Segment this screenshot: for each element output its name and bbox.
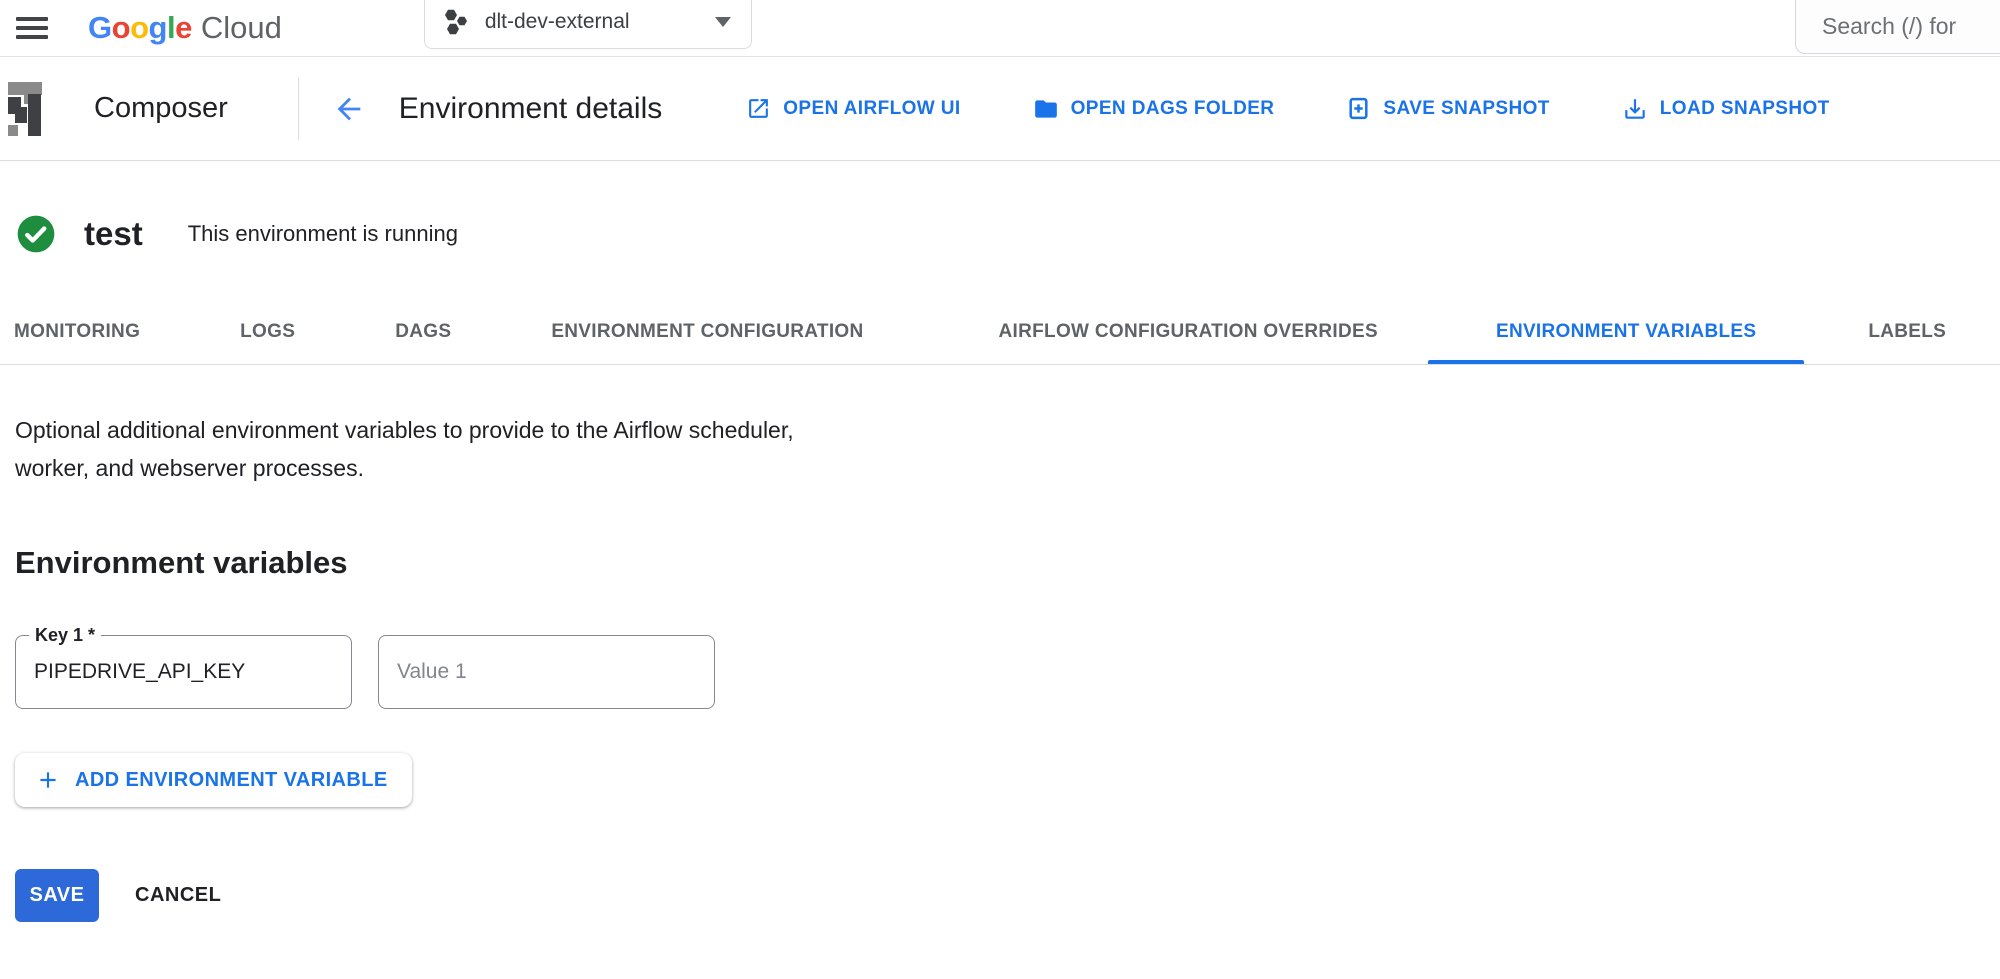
tab-airflow-configuration-overrides[interactable]: AIRFLOW CONFIGURATION OVERRIDES xyxy=(914,299,1428,364)
tab-logs[interactable]: LOGS xyxy=(190,299,345,364)
logo-letter: g xyxy=(149,10,167,46)
tab-content: Optional additional environment variable… xyxy=(0,411,2000,922)
logo-letter: l xyxy=(167,10,175,46)
save-snapshot-label: SAVE SNAPSHOT xyxy=(1383,98,1549,120)
open-dags-folder-label: OPEN DAGS FOLDER xyxy=(1071,98,1275,120)
page-title: Environment details xyxy=(399,92,662,126)
logo-letter: e xyxy=(175,10,192,46)
value-input[interactable] xyxy=(379,636,714,708)
cancel-button[interactable]: CANCEL xyxy=(135,884,221,907)
global-search xyxy=(1795,0,2000,54)
search-input[interactable] xyxy=(1796,13,2000,40)
arrow-back-icon xyxy=(332,92,366,126)
header-divider xyxy=(298,78,299,140)
status-running-icon xyxy=(15,213,57,255)
chevron-down-icon xyxy=(715,17,731,27)
save-button[interactable]: SAVE xyxy=(15,869,99,922)
logo-cloud-text: Cloud xyxy=(201,10,282,46)
logo-letter: o xyxy=(130,10,148,46)
tab-environment-variables[interactable]: ENVIRONMENT VARIABLES xyxy=(1428,299,1804,364)
variable-row: Key 1 * xyxy=(15,635,2000,709)
save-snapshot-button[interactable]: SAVE SNAPSHOT xyxy=(1346,96,1549,121)
project-hexagons-icon xyxy=(443,8,469,36)
plus-icon xyxy=(35,767,61,793)
download-icon xyxy=(1622,96,1648,122)
environment-name: test xyxy=(84,215,143,253)
header-actions: OPEN AIRFLOW UI OPEN DAGS FOLDER SAVE SN… xyxy=(746,96,1829,122)
open-in-new-icon xyxy=(746,96,771,121)
load-snapshot-button[interactable]: LOAD SNAPSHOT xyxy=(1622,96,1830,122)
project-selector[interactable]: dlt-dev-external xyxy=(424,0,752,49)
status-message: This environment is running xyxy=(188,221,458,247)
product-name: Composer xyxy=(94,92,228,125)
tab-dags[interactable]: DAGS xyxy=(345,299,501,364)
top-app-bar: Google Cloud dlt-dev-external xyxy=(0,0,2000,57)
open-dags-folder-button[interactable]: OPEN DAGS FOLDER xyxy=(1033,96,1275,122)
snapshot-add-icon xyxy=(1346,96,1371,121)
tab-monitoring[interactable]: MONITORING xyxy=(0,299,190,364)
tab-bar: MONITORING LOGS DAGS ENVIRONMENT CONFIGU… xyxy=(0,299,2000,365)
tab-labels[interactable]: LABELS xyxy=(1804,299,1996,364)
section-heading: Environment variables xyxy=(15,545,2000,581)
google-cloud-logo: Google Cloud xyxy=(88,10,282,46)
key-field-label: Key 1 * xyxy=(29,625,101,645)
menu-icon[interactable] xyxy=(16,15,50,41)
page-header: Composer Environment details OPEN AIRFLO… xyxy=(0,57,2000,161)
add-environment-variable-label: ADD ENVIRONMENT VARIABLE xyxy=(75,769,388,792)
project-name: dlt-dev-external xyxy=(485,10,715,34)
back-button[interactable] xyxy=(327,87,371,131)
open-airflow-ui-label: OPEN AIRFLOW UI xyxy=(783,98,960,120)
folder-icon xyxy=(1033,96,1059,122)
load-snapshot-label: LOAD SNAPSHOT xyxy=(1660,98,1830,120)
section-description: Optional additional environment variable… xyxy=(15,411,815,487)
logo-letter: G xyxy=(88,10,112,46)
form-actions: SAVE CANCEL xyxy=(15,869,2000,922)
environment-status: test This environment is running xyxy=(0,161,2000,255)
logo-letter: o xyxy=(112,10,130,46)
add-environment-variable-button[interactable]: ADD ENVIRONMENT VARIABLE xyxy=(15,753,412,807)
key-input[interactable] xyxy=(16,636,351,708)
key-field: Key 1 * xyxy=(15,635,352,709)
open-airflow-ui-button[interactable]: OPEN AIRFLOW UI xyxy=(746,96,960,121)
composer-product-icon xyxy=(2,76,48,142)
value-field xyxy=(378,635,715,709)
tab-environment-configuration[interactable]: ENVIRONMENT CONFIGURATION xyxy=(501,299,913,364)
